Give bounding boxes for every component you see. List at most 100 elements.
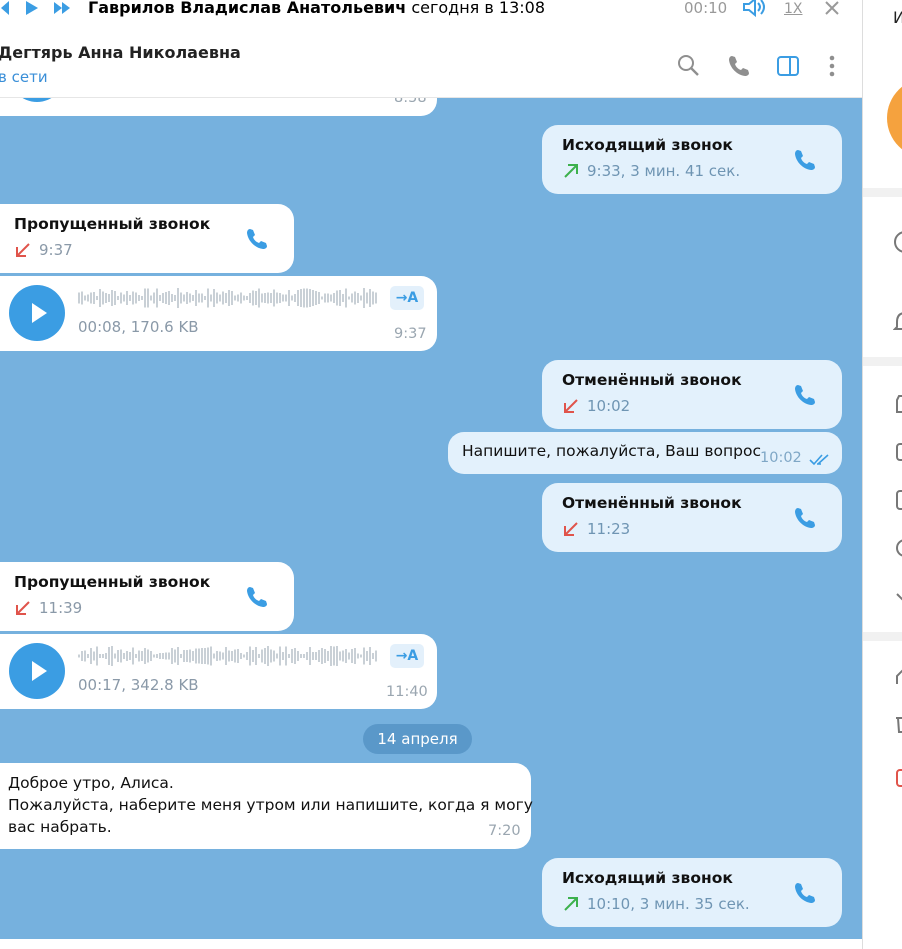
avatar[interactable] [887,78,902,158]
waveform-bar [357,653,359,659]
play-voice-button[interactable] [9,98,65,102]
voice-message-bubble[interactable]: →A 00:17, 342.8 KB 11:40 [0,634,437,709]
chat-title[interactable]: Дегтярь Анна Николаевна [0,43,241,62]
waveform-bar [273,289,275,307]
waveform-bar [189,649,191,663]
waveform-bar [93,651,95,661]
read-checkmarks-icon [809,454,829,466]
message-list[interactable]: 8:58 Исходящий звонок 9:33, 3 мин. 41 се… [0,98,862,949]
waveform-bar [153,292,155,304]
waveform-bar [201,648,203,664]
call-back-icon[interactable] [792,880,818,906]
waveform-bar [105,293,107,303]
player-track-title[interactable]: Гаврилов Владислав Анатольевич сегодня в… [88,0,545,17]
volume-icon[interactable] [742,0,768,18]
waveform-bar [369,289,371,307]
message-time: 7:20 [488,823,521,839]
text-message-bubble[interactable]: Напишите, пожалуйста, Ваш вопрос 10:02 [448,432,842,474]
waveform-bar [351,293,353,303]
waveform-bar [306,652,308,660]
link-icon[interactable] [893,584,902,608]
next-track-icon[interactable] [53,1,73,15]
play-voice-button[interactable] [9,643,65,699]
player-author: Гаврилов Владислав Анатольевич [88,0,407,17]
waveform-bar [195,290,197,306]
waveform-bar [318,650,320,662]
call-message-bubble[interactable]: Отменённый звонок 10:02 [542,360,842,429]
waveform-bar [357,293,359,303]
composer-edge [0,939,862,949]
waveform-bar [375,292,377,304]
message-text-line: Доброе утро, Алиса. [8,774,174,792]
waveform-bar [168,652,170,660]
waveform-bar [297,290,299,306]
play-voice-button[interactable] [9,285,65,341]
close-player-icon[interactable] [824,0,840,16]
waveform-bar [177,647,179,665]
call-details: 11:39 [39,599,83,617]
waveform-bar [123,294,125,302]
trash-icon[interactable] [893,712,902,736]
voice-meta: 00:08, 170.6 KB [78,318,199,336]
waveform-bar [339,290,341,306]
waveform-bar [99,289,101,307]
player-date: сегодня в 13:08 [406,0,546,17]
divider [863,357,902,366]
call-back-icon[interactable] [244,584,270,610]
voice-waveform[interactable] [78,287,378,309]
waveform-bar [204,648,206,664]
call-message-bubble[interactable]: Исходящий звонок 9:33, 3 мин. 41 сек. [542,125,842,194]
waveform-bar [258,654,260,658]
photo-icon[interactable] [893,392,902,416]
waveform-bar [228,290,230,306]
waveform-bar [309,647,311,665]
voice-message-bubble[interactable]: →A 00:08, 170.6 KB 9:37 [0,276,437,351]
call-message-bubble[interactable]: Пропущенный звонок 11:39 [0,562,294,631]
waveform-bar [345,288,347,308]
search-icon[interactable] [676,53,702,79]
divider [863,188,902,197]
more-menu-icon[interactable] [819,53,845,79]
waveform-bar [270,293,272,303]
waveform-bar [153,654,155,658]
call-message-bubble[interactable]: Пропущенный звонок 9:37 [0,204,294,273]
waveform-bar [195,648,197,664]
play-icon[interactable] [24,0,40,16]
voice-message-bubble[interactable]: 8:58 [0,98,437,116]
waveform-bar [264,648,266,664]
call-back-icon[interactable] [792,505,818,531]
audio-icon[interactable] [893,536,902,560]
message-text: Напишите, пожалуйста, Ваш вопрос [462,442,762,460]
call-back-icon[interactable] [792,147,818,173]
transcribe-button[interactable]: →A [390,286,424,310]
block-icon[interactable] [893,766,902,790]
waveform-bar [132,291,134,305]
phone-call-icon[interactable] [726,53,752,79]
text-message-bubble[interactable]: Доброе утро, Алиса. Пожалуйста, наберите… [0,763,533,849]
previous-track-icon[interactable] [0,0,10,16]
info-icon [894,231,902,253]
file-icon[interactable] [893,488,902,512]
video-icon[interactable] [893,440,902,464]
waveform-bar [348,652,350,660]
playback-speed-button[interactable]: 1X [784,1,803,17]
call-message-bubble[interactable]: Отменённый звонок 11:23 [542,483,842,552]
call-back-icon[interactable] [792,382,818,408]
app-window: Гаврилов Владислав Анатольевич сегодня в… [0,0,902,949]
message-time: 11:40 [386,684,428,700]
call-message-bubble[interactable]: Исходящий звонок 10:10, 3 мин. 35 сек. [542,858,842,927]
bell-icon[interactable] [893,310,902,332]
chat-header[interactable]: Дегтярь Анна Николаевна в сети [0,20,862,98]
waveform-bar [231,651,233,661]
call-back-icon[interactable] [244,226,270,252]
voice-waveform[interactable] [78,645,378,667]
transcribe-button[interactable]: →A [390,644,424,668]
sidebar-toggle-icon[interactable] [775,53,801,79]
waveform-bar [255,291,257,305]
waveform-bar [114,653,116,659]
waveform-bar [198,648,200,664]
waveform-bar [369,647,371,665]
waveform-bar [276,292,278,304]
share-icon[interactable] [893,664,902,688]
waveform-bar [150,295,152,301]
